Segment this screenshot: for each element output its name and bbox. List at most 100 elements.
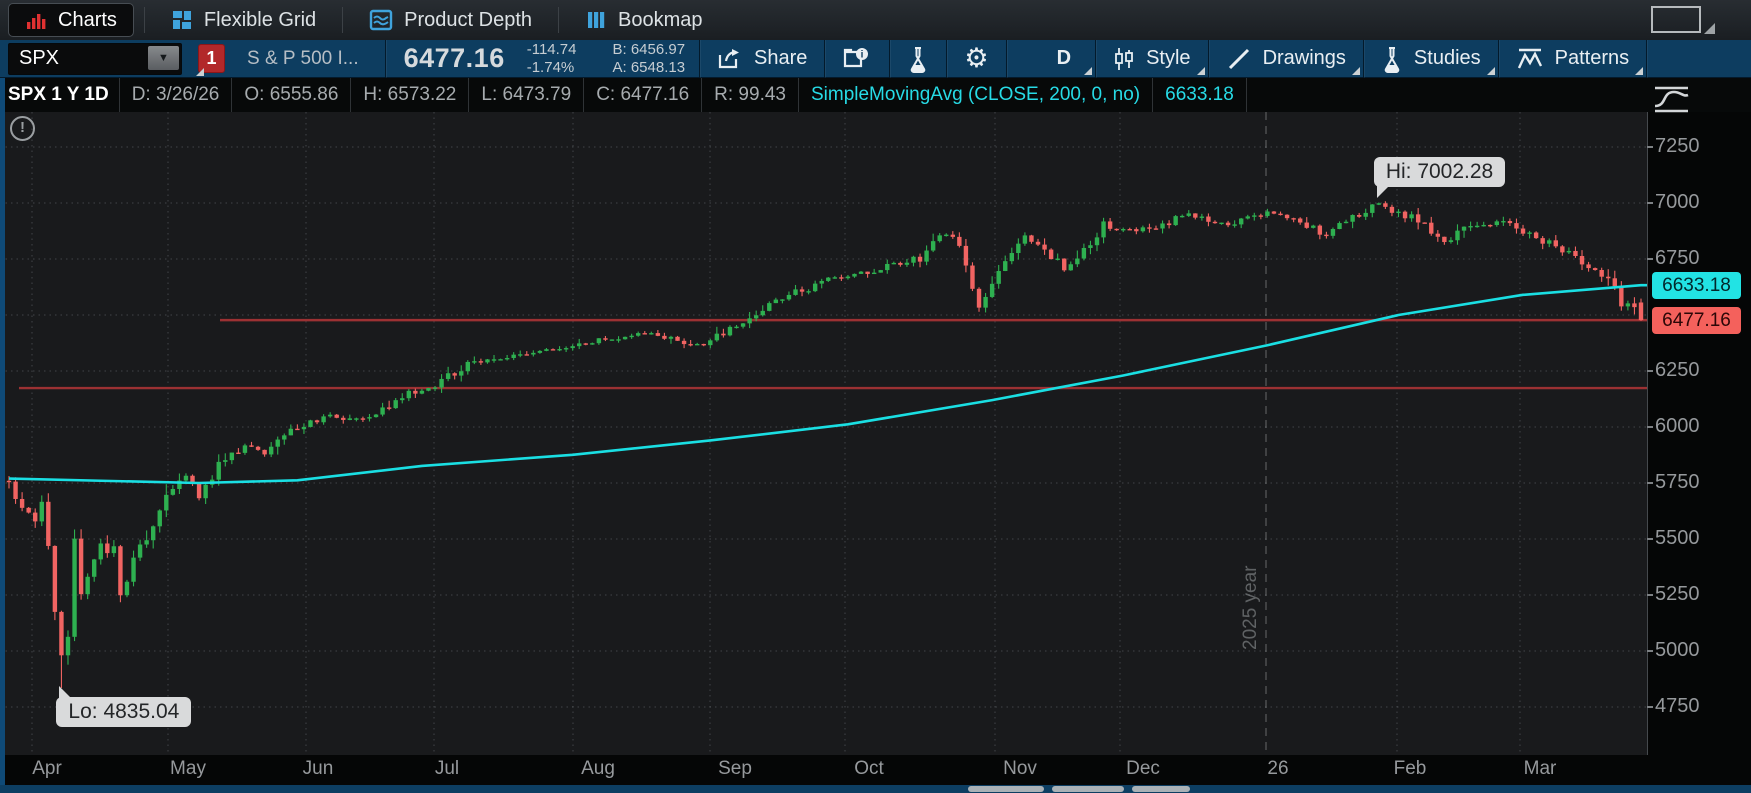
axis-tick xyxy=(1647,538,1653,540)
candles-group xyxy=(6,201,1644,688)
share-icon xyxy=(717,47,743,71)
y-axis-label: 5000 xyxy=(1655,639,1700,661)
axis-tick xyxy=(1647,594,1653,596)
x-axis-label: Dec xyxy=(1126,758,1160,779)
share-label: Share xyxy=(754,47,808,69)
axis-tick xyxy=(1647,202,1653,204)
dropdown-corner xyxy=(1084,66,1093,75)
drawings-button[interactable]: Drawings xyxy=(1209,40,1363,78)
year-watermark: 2025 year xyxy=(1240,565,1261,650)
symbol-value: SPX xyxy=(19,47,60,69)
studies-button[interactable]: Studies xyxy=(1364,40,1498,78)
flask-icon xyxy=(907,45,929,73)
x-axis-label: Oct xyxy=(854,758,884,779)
tab-label: Bookmap xyxy=(618,8,703,31)
panel-corner-grip[interactable] xyxy=(1704,23,1715,34)
toolbar-separator xyxy=(1646,39,1648,78)
x-axis-label: Sep xyxy=(718,758,752,779)
ohlc-close: C: 6477.16 xyxy=(596,84,690,105)
x-axis-label: Mar xyxy=(1523,758,1557,779)
tab-flexible-grid[interactable]: Flexible Grid xyxy=(155,4,332,36)
y-axis-label: 5250 xyxy=(1655,583,1700,605)
scrollbar-fragment[interactable] xyxy=(968,786,1044,792)
ohlc-low: L: 6473.79 xyxy=(481,84,572,105)
axis-scale-icon[interactable] xyxy=(1652,84,1694,114)
timeframe-button[interactable]: D xyxy=(1033,40,1095,78)
chart-warning-icon[interactable]: ! xyxy=(10,116,35,141)
patterns-button[interactable]: Patterns xyxy=(1499,40,1646,78)
tab-label: Product Depth xyxy=(404,8,533,31)
y-axis-label: 6250 xyxy=(1655,359,1700,381)
price-badge: 6633.18 xyxy=(1652,271,1741,299)
symbol-period-label: SPX 1 Y 1D xyxy=(8,84,109,105)
price-level-lines xyxy=(19,318,1647,390)
x-axis-label: Nov xyxy=(1003,758,1037,779)
svg-text:i: i xyxy=(861,49,864,60)
share-button[interactable]: Share xyxy=(700,40,824,78)
tab-label: Flexible Grid xyxy=(203,8,317,31)
x-axis-label: Feb xyxy=(1393,758,1427,779)
trendline-icon xyxy=(1226,46,1252,72)
price-badge: 6477.16 xyxy=(1652,306,1741,334)
toolbar-separator xyxy=(384,39,386,78)
note-info-icon: i xyxy=(842,46,872,72)
thinkorswim-charts-window: Charts Flexible Grid Product Depth Bookm… xyxy=(0,0,1751,793)
price-axis[interactable]: 7250 7000 6750 6250 6000 5750 5500 5250 5000 4750… xyxy=(1647,112,1751,755)
price-chart[interactable]: 2025 year xyxy=(0,112,1647,755)
scrollbar-fragment[interactable] xyxy=(1132,786,1190,792)
ohlc-status-row: SPX 1 Y 1D D: 3/26/26 O: 6555.86 H: 6573… xyxy=(0,78,1751,112)
timeframe-label: D xyxy=(1056,47,1072,69)
bar-chart-icon xyxy=(25,9,47,31)
analyze-flask-button[interactable] xyxy=(890,40,946,78)
dropdown-corner xyxy=(1635,66,1644,75)
studies-label: Studies xyxy=(1413,47,1481,69)
price-change: -114.74 xyxy=(526,40,577,58)
change-stack: -114.74 -1.74% xyxy=(527,41,577,77)
bid-value: B: 6456.97 xyxy=(612,40,686,58)
axis-tick xyxy=(1647,426,1653,428)
x-axis-label: Aug xyxy=(581,758,615,779)
symbol-cell-corner xyxy=(196,68,204,76)
patterns-label: Patterns xyxy=(1554,47,1630,69)
y-axis-label: 6750 xyxy=(1655,247,1700,269)
pattern-w-icon xyxy=(1516,46,1544,72)
symbol-description: S & P 500 I... xyxy=(247,47,359,69)
ohlc-open: O: 6555.86 xyxy=(244,84,339,105)
depth-chart-icon xyxy=(369,9,393,31)
tab-label: Charts xyxy=(58,8,117,31)
axis-tick xyxy=(1647,146,1653,148)
settings-button[interactable]: ⚙ xyxy=(947,40,1005,78)
study-label[interactable]: SimpleMovingAvg (CLOSE, 200, 0, no) xyxy=(799,84,1152,106)
symbol-dropdown-arrow-icon[interactable]: ▼ xyxy=(148,45,179,70)
grid-icon xyxy=(171,9,193,31)
x-axis-label: May xyxy=(170,758,206,779)
axis-tick xyxy=(1647,482,1653,484)
panel-restore-button[interactable] xyxy=(1651,6,1701,33)
drawings-label: Drawings xyxy=(1262,47,1346,69)
x-axis-label: Apr xyxy=(32,758,62,779)
study-value: 6633.18 xyxy=(1165,84,1234,105)
ask-value: A: 6548.13 xyxy=(612,58,686,76)
high-marker-label: Hi: 7002.28 xyxy=(1373,157,1506,199)
columns-icon xyxy=(585,9,607,31)
y-axis-label: 7250 xyxy=(1655,135,1700,157)
gear-icon: ⚙ xyxy=(964,43,989,73)
toolbar-separator xyxy=(1005,39,1007,78)
chart-notes-button[interactable]: i xyxy=(825,40,889,78)
scrollbar-fragment[interactable] xyxy=(1052,786,1124,792)
ohlc-date: D: 3/26/26 xyxy=(131,84,220,105)
axis-tick xyxy=(1647,370,1653,372)
tab-charts[interactable]: Charts xyxy=(8,3,134,37)
gridlines: 2025 year xyxy=(0,112,1647,755)
axis-tick xyxy=(1647,706,1653,708)
y-axis-label: 5500 xyxy=(1655,527,1700,549)
price-change-percent: -1.74% xyxy=(526,58,575,76)
tab-product-depth[interactable]: Product Depth xyxy=(353,4,548,36)
time-axis[interactable]: Apr May Jun Jul Aug Sep Oct Nov Dec 26 Feb Mar xyxy=(0,755,1751,785)
flask-icon xyxy=(1381,45,1403,73)
style-button[interactable]: Style xyxy=(1096,40,1207,78)
tab-bookmap[interactable]: Bookmap xyxy=(569,4,719,36)
ohlc-range: R: 99.43 xyxy=(714,84,786,105)
marker-pointer xyxy=(1376,185,1390,199)
symbol-input[interactable]: SPX ▼ xyxy=(8,42,182,75)
